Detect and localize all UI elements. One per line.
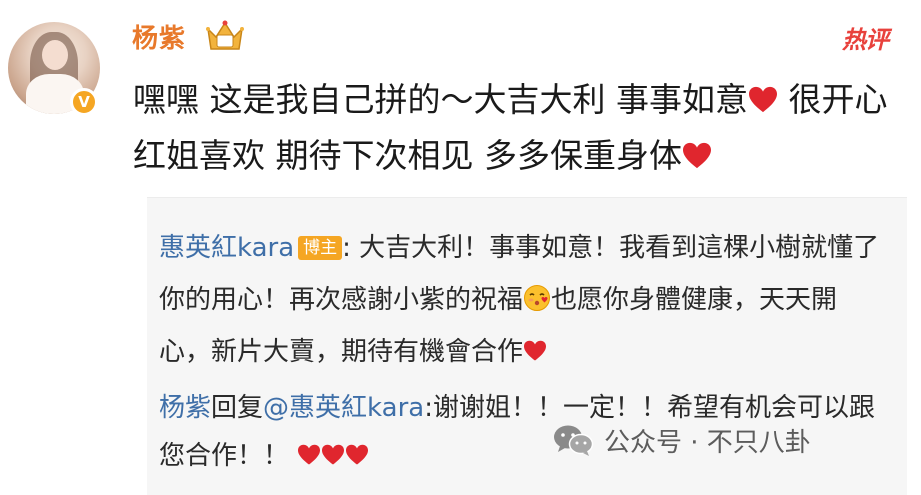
kiss-emoji-icon — [524, 285, 551, 311]
reply-user-name[interactable]: 杨紫 — [159, 393, 211, 423]
red-heart-icon — [322, 444, 345, 465]
reply-item: 惠英紅kara 博主: 大吉大利！事事如意！我看到這棵小樹就懂了你的用心！再次感謝… — [159, 222, 889, 378]
comment-text-part1: 嘿嘿 这是我自己拼的～大吉大利 事事如意 — [133, 80, 748, 119]
red-heart-icon — [524, 340, 547, 361]
red-heart-icon — [682, 142, 711, 169]
red-heart-icon — [298, 444, 321, 465]
crown-icon — [206, 20, 244, 50]
reply-word: 回复 — [211, 393, 264, 423]
blogger-badge: 博主 — [298, 236, 343, 260]
watermark-text: 公众号 · 不只八卦 — [604, 427, 811, 458]
verified-v-icon: V — [70, 88, 98, 116]
reply-author-name[interactable]: 惠英紅kara — [159, 233, 294, 263]
red-heart-icon — [748, 86, 777, 113]
wechat-icon — [554, 425, 594, 456]
mention-link[interactable]: @惠英紅kara — [263, 393, 424, 423]
comment-content: 嘿嘿 这是我自己拼的～大吉大利 事事如意 很开心红姐喜欢 期待下次相见 多多保重… — [133, 72, 903, 184]
hot-comment-label: 热评 — [842, 26, 889, 54]
watermark: 公众号 · 不只八卦 — [552, 418, 811, 462]
avatar-face — [42, 40, 68, 70]
post-username[interactable]: 杨紫 — [132, 18, 186, 55]
red-heart-icon — [346, 444, 369, 465]
